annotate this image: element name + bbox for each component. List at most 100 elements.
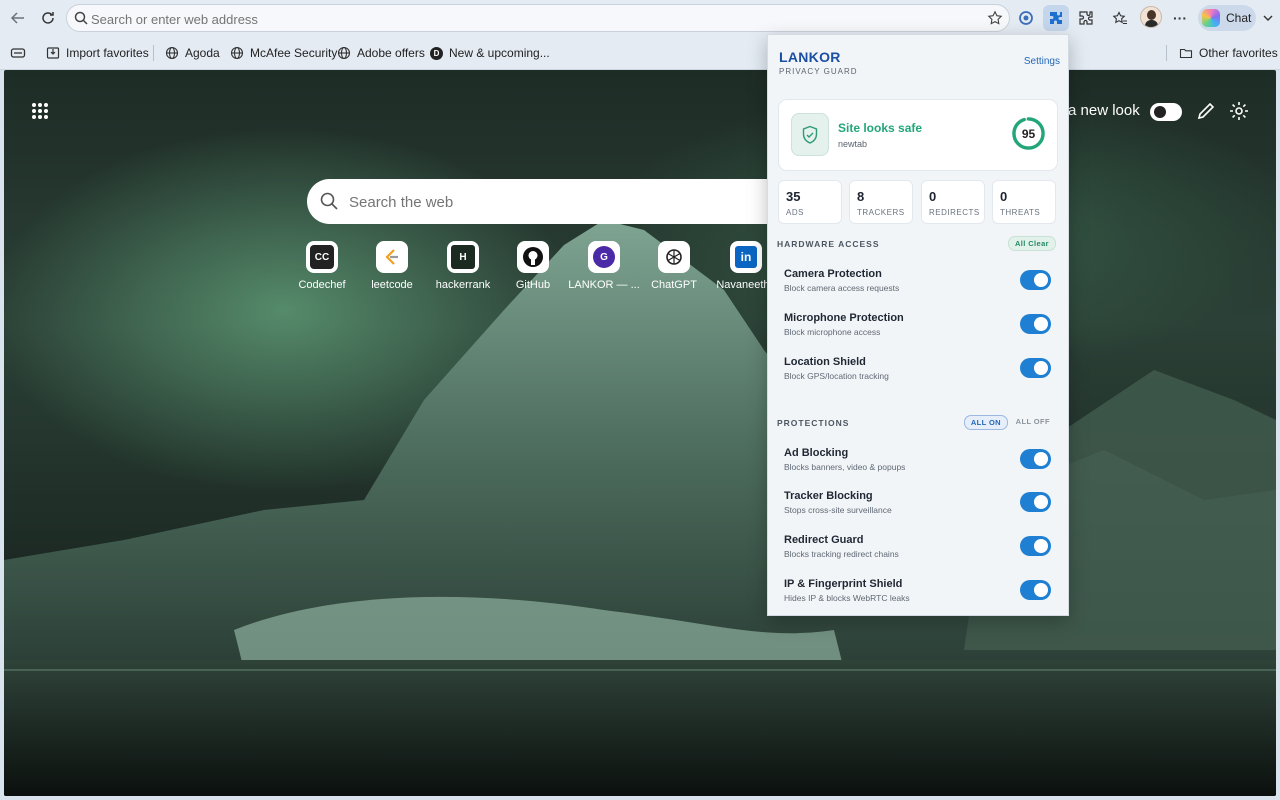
popup-brand: LANKOR — [779, 49, 841, 65]
search-icon — [73, 10, 89, 31]
quicklink-lankor[interactable]: G LANKOR — ... — [568, 241, 640, 291]
stat-label: REDIRECTS — [929, 208, 980, 217]
favorite-star-icon[interactable] — [987, 10, 1003, 31]
back-icon[interactable] — [6, 6, 30, 30]
quicklink-label: GitHub — [515, 279, 551, 291]
favorites-bar: Import favorites Agoda McAfee Security A… — [0, 36, 1280, 70]
new-tab-page: a new look CC Codechef leetcode H hacker… — [4, 70, 1276, 796]
fav-divider — [153, 45, 154, 61]
favorites-icon[interactable] — [1108, 6, 1132, 30]
stat-label: ADS — [786, 208, 804, 217]
camera-protection-toggle[interactable] — [1020, 270, 1051, 290]
new-look-toggle[interactable] — [1150, 103, 1182, 121]
row-desc: Block GPS/location tracking — [784, 371, 889, 381]
all-on-button[interactable]: ALL ON — [963, 415, 1008, 430]
chevron-down-icon[interactable] — [1256, 6, 1280, 30]
folder-icon — [1179, 48, 1193, 59]
tracker-blocking-toggle[interactable] — [1020, 492, 1051, 512]
fav-divider — [1166, 45, 1167, 61]
location-shield-toggle[interactable] — [1020, 358, 1051, 378]
fav-label: Import favorites — [66, 46, 149, 60]
quicklink-label: LANKOR — ... — [568, 279, 640, 291]
fav-label: McAfee Security — [250, 46, 338, 60]
row-desc: Blocks banners, video & popups — [784, 462, 906, 472]
fav-new-upcoming[interactable]: D New & upcoming... — [430, 44, 550, 62]
fav-mcafee-security[interactable]: McAfee Security — [230, 44, 337, 62]
web-search-input[interactable] — [349, 191, 749, 213]
stat-value: 0 — [929, 189, 937, 204]
row-title: Microphone Protection — [784, 312, 904, 324]
site-status-card: Site looks safe newtab 95 — [778, 99, 1058, 171]
chat-button[interactable]: Chat — [1198, 5, 1256, 31]
fav-import-favorites[interactable]: Import favorites — [46, 44, 149, 62]
address-bar[interactable] — [66, 4, 1010, 32]
quicklink-hackerrank[interactable]: H hackerrank — [427, 241, 499, 291]
stat-label: TRACKERS — [857, 208, 905, 217]
edit-pencil-icon[interactable] — [1195, 100, 1217, 122]
browser-toolbar: ··· Chat — [0, 0, 1280, 36]
row-redirect-guard: Redirect Guard Blocks tracking redirect … — [784, 534, 1056, 568]
shield-check-icon — [791, 113, 829, 156]
quicklink-chatgpt[interactable]: ChatGPT — [638, 241, 710, 291]
fav-agoda[interactable]: Agoda — [165, 44, 220, 62]
copilot-icon — [1202, 9, 1220, 27]
more-menu-icon[interactable]: ··· — [1168, 6, 1192, 30]
fav-adobe-offers[interactable]: Adobe offers — [337, 44, 425, 62]
row-tracker-blocking: Tracker Blocking Stops cross-site survei… — [784, 490, 1056, 524]
fav-label: Adobe offers — [357, 46, 425, 60]
extension-lankor-icon[interactable] — [1043, 5, 1069, 31]
score-value: 95 — [1021, 126, 1036, 141]
address-input[interactable] — [91, 9, 971, 29]
copilot-ext-icon[interactable] — [1014, 6, 1038, 30]
settings-link[interactable]: Settings — [1024, 56, 1060, 67]
row-microphone-protection: Microphone Protection Block microphone a… — [784, 312, 1056, 346]
stat-value: 0 — [1000, 189, 1008, 204]
import-icon — [46, 47, 60, 59]
codechef-icon: CC — [306, 241, 338, 273]
row-desc: Blocks tracking redirect chains — [784, 549, 899, 559]
globe-icon — [230, 46, 244, 60]
microphone-protection-toggle[interactable] — [1020, 314, 1051, 334]
redirect-guard-toggle[interactable] — [1020, 536, 1051, 556]
row-camera-protection: Camera Protection Block camera access re… — [784, 268, 1056, 302]
d-logo-icon: D — [430, 46, 443, 60]
lankor-icon: G — [588, 241, 620, 273]
status-title: Site looks safe — [838, 121, 923, 135]
popup-subtitle: PRIVACY GUARD — [779, 67, 858, 76]
quicklink-github[interactable]: GitHub — [497, 241, 569, 291]
hardware-section-title: HARDWARE ACCESS — [777, 239, 880, 249]
chatgpt-icon — [658, 241, 690, 273]
ip-fingerprint-shield-toggle[interactable] — [1020, 580, 1051, 600]
quicklink-label: Codechef — [298, 279, 346, 291]
protections-section-title: PROTECTIONS — [777, 418, 850, 428]
row-desc: Hides IP & blocks WebRTC leaks — [784, 593, 910, 603]
collections-icon[interactable] — [10, 44, 26, 62]
ad-blocking-toggle[interactable] — [1020, 449, 1051, 469]
row-title: Camera Protection — [784, 268, 882, 280]
row-title: Redirect Guard — [784, 534, 864, 546]
fav-label: New & upcoming... — [449, 46, 550, 60]
quicklink-label: ChatGPT — [651, 279, 697, 291]
new-look-label: a new look — [1068, 102, 1140, 119]
web-search-box[interactable] — [307, 179, 827, 224]
all-off-button[interactable]: ALL OFF — [1010, 415, 1056, 428]
quicklink-leetcode[interactable]: leetcode — [356, 241, 428, 291]
stat-trackers: 8 TRACKERS — [849, 180, 913, 224]
row-location-shield: Location Shield Block GPS/location track… — [784, 356, 1056, 390]
all-clear-badge[interactable]: All Clear — [1007, 236, 1056, 251]
stat-value: 8 — [857, 189, 865, 204]
row-title: Ad Blocking — [784, 447, 849, 459]
settings-gear-icon[interactable] — [1228, 100, 1250, 122]
row-desc: Stops cross-site surveillance — [784, 505, 892, 515]
quicklink-label: leetcode — [371, 279, 413, 291]
quicklink-codechef[interactable]: CC Codechef — [286, 241, 358, 291]
apps-grid-icon[interactable] — [32, 103, 48, 119]
hackerrank-icon: H — [447, 241, 479, 273]
fav-other-favorites[interactable]: Other favorites — [1179, 44, 1278, 62]
github-icon — [517, 241, 549, 273]
profile-avatar[interactable] — [1140, 6, 1162, 28]
row-desc: Block microphone access — [784, 327, 881, 337]
refresh-icon[interactable] — [36, 6, 60, 30]
fav-label: Agoda — [185, 46, 220, 60]
extensions-icon[interactable] — [1074, 6, 1098, 30]
